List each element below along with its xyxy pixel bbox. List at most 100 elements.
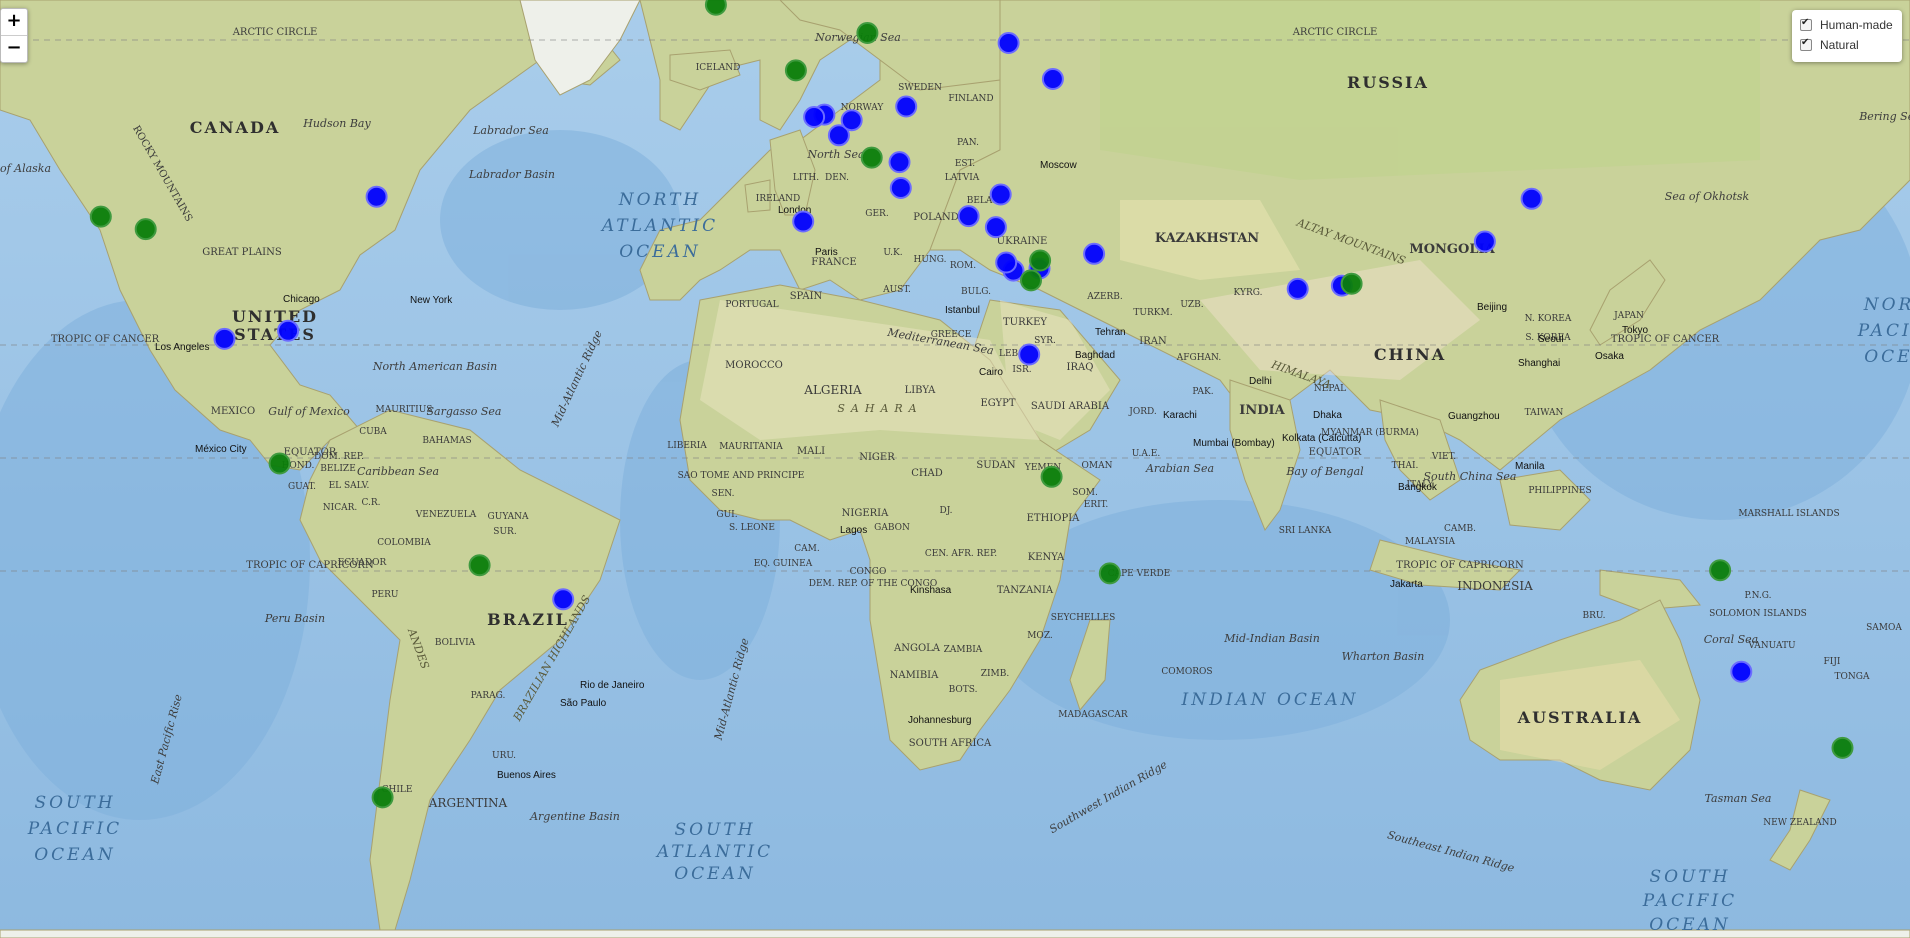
human-made-marker[interactable] bbox=[957, 205, 980, 228]
region-label: SEN. bbox=[712, 489, 735, 499]
region-label: CHAD bbox=[911, 468, 943, 479]
human-made-marker[interactable] bbox=[792, 210, 815, 233]
city-label: Delhi bbox=[1249, 376, 1272, 387]
natural-marker[interactable] bbox=[1029, 249, 1052, 272]
region-label: SAUDI ARABIA bbox=[1031, 401, 1110, 412]
human-made-marker[interactable] bbox=[1473, 230, 1496, 253]
ocean-label: PACIFIC bbox=[27, 819, 122, 839]
region-label: TONGA bbox=[1835, 672, 1870, 682]
region-label: NEW ZEALAND bbox=[1763, 818, 1836, 828]
region-label: CAMB. bbox=[1444, 524, 1476, 534]
region-label: BOTS. bbox=[949, 685, 978, 695]
human-made-marker[interactable] bbox=[552, 588, 575, 611]
human-made-marker[interactable] bbox=[989, 183, 1012, 206]
water-label: SAHARA bbox=[837, 402, 922, 415]
natural-marker[interactable] bbox=[89, 205, 112, 228]
region-label: IRAN bbox=[1139, 336, 1167, 347]
region-label: ZAMBIA bbox=[944, 645, 983, 655]
natural-checkbox[interactable] bbox=[1800, 37, 1812, 51]
city-label: Tokyo bbox=[1622, 325, 1649, 336]
natural-marker[interactable] bbox=[371, 786, 394, 809]
zoom-control: + − bbox=[0, 8, 28, 63]
region-label: SUR. bbox=[493, 527, 517, 537]
natural-marker[interactable] bbox=[784, 59, 807, 82]
region-label: FINLAND bbox=[948, 94, 993, 104]
ocean-label: NORTH bbox=[618, 190, 701, 210]
water-label: Coral Sea bbox=[1704, 633, 1758, 646]
human-made-marker[interactable] bbox=[1083, 242, 1106, 265]
human-made-marker[interactable] bbox=[984, 216, 1007, 239]
region-label: PARAG. bbox=[471, 691, 506, 701]
natural-marker[interactable] bbox=[1340, 272, 1363, 295]
human-made-marker[interactable] bbox=[888, 151, 911, 174]
natural-marker[interactable] bbox=[134, 218, 157, 241]
human-made-marker[interactable] bbox=[840, 109, 863, 132]
circle-label: TROPIC OF CANCER bbox=[51, 334, 160, 345]
natural-marker[interactable] bbox=[1709, 559, 1732, 582]
human-made-marker[interactable] bbox=[997, 32, 1020, 54]
region-label: VIET. bbox=[1431, 452, 1456, 462]
region-label: CHINA bbox=[1374, 345, 1446, 364]
region-label: GABON bbox=[874, 523, 910, 533]
region-label: NIGERIA bbox=[842, 508, 889, 519]
human-made-marker[interactable] bbox=[1730, 660, 1753, 683]
region-label: MALAYSIA bbox=[1405, 537, 1455, 547]
natural-marker[interactable] bbox=[1040, 465, 1063, 488]
city-label: Paris bbox=[815, 247, 838, 258]
natural-marker[interactable] bbox=[1831, 736, 1854, 759]
human-made-marker[interactable] bbox=[365, 185, 388, 208]
ocean-label: OCEAN bbox=[674, 864, 756, 884]
human-made-marker[interactable] bbox=[1286, 277, 1309, 300]
region-label: COMOROS bbox=[1161, 667, 1212, 677]
human-made-marker[interactable] bbox=[1041, 68, 1064, 90]
region-label: SUDAN bbox=[976, 460, 1016, 471]
zoom-out-button[interactable]: − bbox=[1, 35, 27, 62]
region-label: MADAGASCAR bbox=[1058, 710, 1128, 720]
region-label: AUST. bbox=[882, 285, 911, 295]
region-label: NAMIBIA bbox=[890, 670, 939, 681]
region-label: SYR. bbox=[1034, 336, 1056, 346]
human-made-marker[interactable] bbox=[895, 95, 918, 118]
region-label: LIBYA bbox=[905, 385, 937, 396]
human-made-marker[interactable] bbox=[277, 319, 300, 342]
region-label: HUNG. bbox=[913, 255, 946, 265]
layer-toggle-human-made[interactable]: Human-made bbox=[1792, 15, 1902, 35]
human-made-checkbox[interactable] bbox=[1800, 17, 1812, 31]
water-label: Mid-Indian Basin bbox=[1223, 632, 1320, 645]
human-made-marker[interactable] bbox=[803, 106, 826, 128]
city-label: Bangkok bbox=[1398, 482, 1438, 493]
region-label: DEN. bbox=[825, 173, 849, 183]
layer-toggle-natural[interactable]: Natural bbox=[1792, 35, 1902, 55]
layer-control: Human-made Natural bbox=[1792, 10, 1902, 62]
natural-marker[interactable] bbox=[468, 554, 491, 577]
human-made-marker[interactable] bbox=[213, 327, 236, 350]
region-label: ERIT. bbox=[1084, 500, 1109, 510]
zoom-in-button[interactable]: + bbox=[1, 9, 27, 35]
city-label: Beijing bbox=[1477, 302, 1507, 313]
water-label: Wharton Basin bbox=[1342, 650, 1425, 663]
natural-marker[interactable] bbox=[1020, 269, 1042, 292]
natural-marker[interactable] bbox=[856, 22, 879, 44]
water-label: Labrador Basin bbox=[468, 168, 555, 181]
city-label: Chicago bbox=[283, 294, 320, 305]
human-made-marker[interactable] bbox=[1018, 343, 1041, 366]
region-label: DJ. bbox=[940, 506, 953, 516]
region-label: BRAZIL bbox=[487, 610, 569, 629]
natural-marker[interactable] bbox=[704, 0, 727, 16]
region-label: C.R. bbox=[361, 498, 380, 508]
region-label: CAM. bbox=[794, 544, 820, 554]
natural-marker[interactable] bbox=[1098, 562, 1121, 585]
human-made-marker[interactable] bbox=[1520, 187, 1543, 210]
region-label: P.N.G. bbox=[1745, 591, 1772, 601]
natural-marker[interactable] bbox=[860, 146, 883, 169]
ocean-label: SOUTH bbox=[674, 820, 755, 840]
world-map[interactable]: ARCTIC CIRCLE ARCTIC CIRCLE TROPIC OF CA… bbox=[0, 0, 1910, 938]
human-made-marker[interactable] bbox=[889, 177, 912, 199]
water-label: South China Sea bbox=[1423, 470, 1516, 483]
natural-marker[interactable] bbox=[268, 452, 291, 475]
region-label: ETHIOPIA bbox=[1027, 513, 1081, 524]
region-label: UZB. bbox=[1180, 300, 1203, 310]
region-label: EL SALV. bbox=[329, 481, 370, 491]
region-label: LATVIA bbox=[945, 173, 980, 183]
human-made-marker[interactable] bbox=[995, 251, 1018, 274]
